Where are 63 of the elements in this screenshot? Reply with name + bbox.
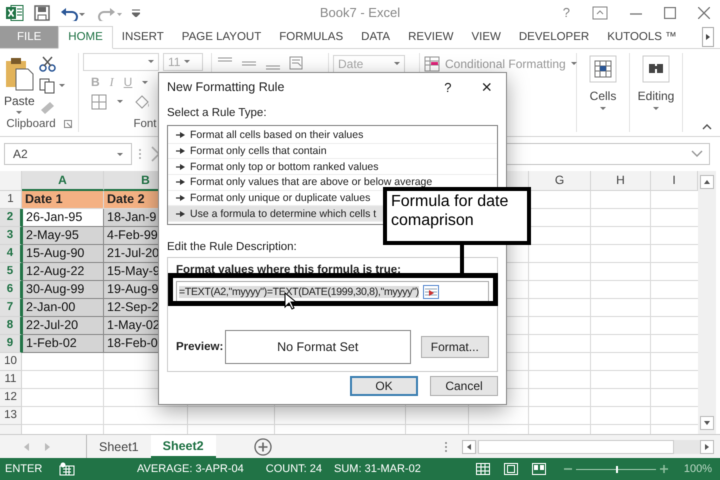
help-button[interactable]: ?: [444, 80, 452, 94]
row-header[interactable]: 10: [0, 352, 22, 371]
table-cell: 12-Aug-22: [22, 262, 104, 281]
row-header[interactable]: 8: [0, 316, 22, 335]
rule-type-item[interactable]: Format only cells that contain: [168, 144, 497, 160]
status-average: AVERAGE: 3-APR-04: [137, 463, 244, 476]
table-cell: Date 1: [22, 190, 104, 209]
row-header[interactable]: 4: [0, 244, 22, 263]
row-header[interactable]: 1: [0, 190, 22, 209]
row-header[interactable]: 7: [0, 298, 22, 317]
ribbon-tab[interactable]: PAGE LAYOUT: [172, 26, 270, 48]
dialog-button[interactable]: Cancel: [430, 376, 498, 396]
format-button[interactable]: Format...: [420, 336, 489, 358]
ribbon-tab[interactable]: KUTOOLS ™: [598, 26, 686, 48]
table-cell: 15-Aug-90: [22, 244, 104, 263]
zoom-level[interactable]: 100%: [684, 463, 712, 476]
row-header[interactable]: 5: [0, 262, 22, 281]
table-cell: 30-Aug-99: [22, 280, 104, 299]
row-header[interactable]: 3: [0, 226, 22, 245]
row-header[interactable]: 13: [0, 406, 22, 425]
status-count: COUNT: 24: [266, 463, 322, 476]
column-header[interactable]: G: [529, 170, 591, 191]
status-sum: SUM: 31-MAR-02: [334, 463, 421, 476]
ribbon-tab[interactable]: INSERT: [112, 26, 173, 48]
row-header[interactable]: 2: [0, 208, 22, 227]
status-mode: ENTER: [5, 463, 44, 476]
window-title: Book7 - Excel: [320, 5, 400, 20]
row-header[interactable]: 12: [0, 388, 22, 407]
table-cell: 26-Jan-95: [22, 208, 104, 227]
dialog-button[interactable]: OK: [350, 376, 418, 396]
sheet-tab[interactable]: Sheet1: [87, 435, 151, 458]
column-header[interactable]: I: [651, 170, 698, 191]
table-cell: 1-Feb-02: [22, 334, 104, 353]
dialog-title: New Formatting Rule: [167, 80, 286, 94]
row-header[interactable]: 11: [0, 370, 22, 389]
table-cell: 2-May-95: [22, 226, 104, 245]
ribbon-tab[interactable]: FORMULAS: [270, 26, 352, 48]
preview-box: No Format Set: [224, 330, 411, 364]
paste-button[interactable]: Paste: [4, 52, 35, 114]
ribbon-tab[interactable]: DATA: [352, 26, 400, 48]
close-button[interactable]: ×: [481, 76, 492, 98]
column-header[interactable]: A: [22, 170, 104, 191]
help-button[interactable]: ?: [562, 5, 570, 20]
editing-button[interactable]: Editing: [638, 52, 674, 110]
column-header[interactable]: H: [591, 170, 651, 191]
sheet-tab[interactable]: Sheet2: [150, 435, 216, 458]
ribbon-tab[interactable]: HOME: [58, 26, 113, 49]
row-header[interactable]: 9: [0, 334, 22, 353]
ribbon-tab[interactable]: VIEW: [462, 26, 510, 48]
callout-tooltip: Formula for date comaprison: [383, 187, 531, 245]
cells-button[interactable]: Cells: [587, 52, 619, 110]
row-header[interactable]: 6: [0, 280, 22, 299]
table-cell: 2-Jan-00: [22, 298, 104, 317]
name-box[interactable]: A2: [4, 143, 132, 166]
ribbon-tab[interactable]: REVIEW: [399, 26, 462, 48]
table-cell: 22-Jul-20: [22, 316, 104, 335]
group-label: Clipboard: [6, 118, 56, 130]
rule-type-item[interactable]: Format all cells based on their values: [168, 128, 497, 144]
rule-type-item[interactable]: Format only top or bottom ranked values: [168, 159, 497, 176]
section-label: Select a Rule Type:: [167, 107, 268, 119]
ribbon-tab[interactable]: DEVELOPER: [510, 26, 598, 48]
formula-field[interactable]: =TEXT(A2,"myyyy")=TEXT(DATE(1999,30,8),"myyyy"): [176, 281, 489, 302]
group-label: Font: [133, 118, 156, 130]
